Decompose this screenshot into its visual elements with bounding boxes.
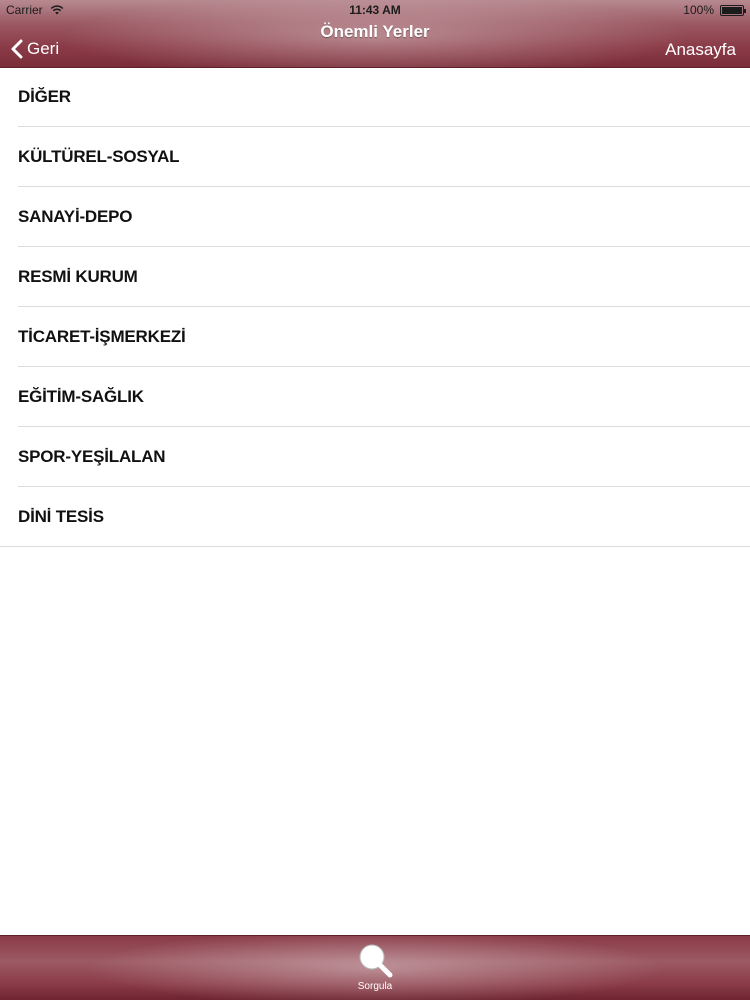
list-item[interactable]: SANAYİ-DEPO	[18, 187, 750, 247]
magnifier-icon	[359, 944, 393, 978]
home-button[interactable]: Anasayfa	[665, 40, 736, 60]
list-item-label: TİCARET-İŞMERKEZİ	[18, 326, 186, 346]
tab-bar: Sorgula	[0, 935, 750, 1000]
status-time: 11:43 AM	[349, 3, 401, 17]
navigation-bar: Carrier 11:43 AM 100% Önemli Yerler Geri…	[0, 0, 750, 68]
category-list: DİĞER KÜLTÜREL-SOSYAL SANAYİ-DEPO RESMİ …	[0, 67, 750, 547]
page-title: Önemli Yerler	[320, 22, 430, 41]
status-bar: Carrier 11:43 AM 100%	[0, 3, 750, 19]
list-item-label: SPOR-YEŞİLALAN	[18, 446, 166, 466]
battery-percentage: 100%	[683, 3, 714, 17]
tab-sorgula[interactable]: Sorgula	[325, 940, 425, 998]
list-item-label: DİĞER	[18, 86, 71, 106]
back-button-label: Geri	[27, 39, 60, 58]
list-item-label: KÜLTÜREL-SOSYAL	[18, 146, 180, 166]
battery-icon	[720, 5, 746, 16]
list-item-label: SANAYİ-DEPO	[18, 206, 133, 226]
list-item[interactable]: TİCARET-İŞMERKEZİ	[18, 307, 750, 367]
list-item[interactable]: SPOR-YEŞİLALAN	[18, 427, 750, 487]
list-item[interactable]: RESMİ KURUM	[18, 247, 750, 307]
list-item-label: EĞİTİM-SAĞLIK	[18, 386, 144, 406]
tab-label: Sorgula	[357, 981, 393, 992]
back-button[interactable]: Geri	[10, 36, 59, 62]
list-item[interactable]: DİNİ TESİS	[0, 487, 750, 547]
list-item[interactable]: DİĞER	[18, 67, 750, 127]
list-item[interactable]: EĞİTİM-SAĞLIK	[18, 367, 750, 427]
list-item-label: RESMİ KURUM	[18, 266, 138, 286]
list-item[interactable]: KÜLTÜREL-SOSYAL	[18, 127, 750, 187]
app-screen: Carrier 11:43 AM 100% Önemli Yerler Geri…	[0, 0, 750, 1000]
list-item-label: DİNİ TESİS	[18, 506, 104, 526]
chevron-left-icon	[11, 39, 23, 59]
